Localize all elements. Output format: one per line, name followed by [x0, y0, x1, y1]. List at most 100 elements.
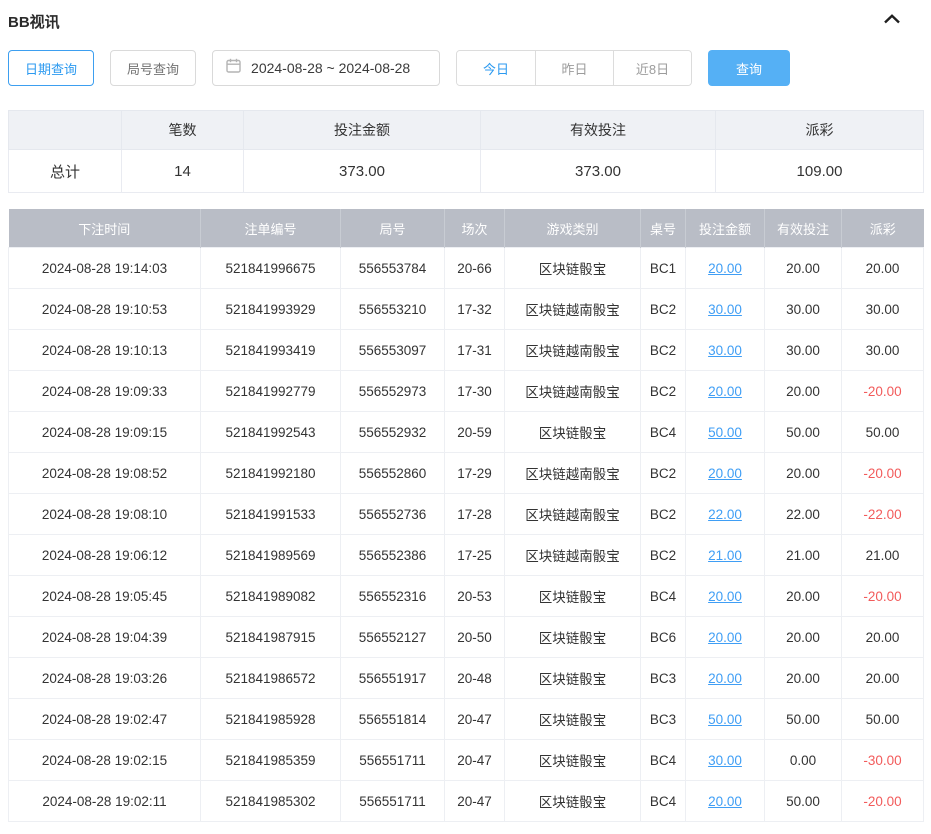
summary-header-valid-bet: 有效投注: [481, 111, 716, 150]
time-cell: 2024-08-28 19:14:03: [9, 248, 201, 289]
quick-range-group: 今日 昨日 近8日: [456, 50, 692, 86]
bet-amount-cell: 30.00: [686, 740, 765, 781]
quick-today-button[interactable]: 今日: [457, 51, 535, 85]
round-cell: 556552386: [341, 535, 445, 576]
round-query-tab[interactable]: 局号查询: [110, 50, 196, 86]
table-no-cell: BC2: [641, 330, 686, 371]
bet-amount-cell: 20.00: [686, 248, 765, 289]
game-cell: 区块链越南骰宝: [505, 494, 641, 535]
round-cell: 556551917: [341, 658, 445, 699]
game-cell: 区块链骰宝: [505, 617, 641, 658]
bet-records-table: 下注时间 注单编号 局号 场次 游戏类别 桌号 投注金额 有效投注 派彩 202…: [8, 209, 924, 822]
bet-amount-link[interactable]: 20.00: [708, 671, 742, 686]
quick-yesterday-button[interactable]: 昨日: [535, 51, 613, 85]
bet-amount-link[interactable]: 30.00: [708, 343, 742, 358]
table-row: 2024-08-28 19:05:45521841989082556552316…: [9, 576, 924, 617]
game-cell: 区块链骰宝: [505, 412, 641, 453]
summary-total-label: 总计: [9, 150, 122, 193]
time-cell: 2024-08-28 19:03:26: [9, 658, 201, 699]
payout-cell: 21.00: [842, 535, 924, 576]
bet-amount-link[interactable]: 20.00: [708, 384, 742, 399]
bet-amount-cell: 20.00: [686, 576, 765, 617]
time-cell: 2024-08-28 19:10:13: [9, 330, 201, 371]
quick-last8days-button[interactable]: 近8日: [613, 51, 691, 85]
summary-header-count: 笔数: [122, 111, 244, 150]
bet-amount-cell: 50.00: [686, 699, 765, 740]
time-cell: 2024-08-28 19:05:45: [9, 576, 201, 617]
bet-amount-link[interactable]: 30.00: [708, 302, 742, 317]
summary-header-empty: [9, 111, 122, 150]
payout-cell: 20.00: [842, 658, 924, 699]
table-row: 2024-08-28 19:02:15521841985359556551711…: [9, 740, 924, 781]
order-cell: 521841992779: [201, 371, 341, 412]
round-cell: 556552932: [341, 412, 445, 453]
valid-cell: 20.00: [765, 453, 842, 494]
bet-amount-link[interactable]: 20.00: [708, 589, 742, 604]
payout-cell: -20.00: [842, 576, 924, 617]
game-cell: 区块链越南骰宝: [505, 453, 641, 494]
payout-cell: 20.00: [842, 617, 924, 658]
panel-header: BB视讯: [8, 8, 923, 34]
payout-cell: -20.00: [842, 371, 924, 412]
payout-cell: -22.00: [842, 494, 924, 535]
order-cell: 521841985928: [201, 699, 341, 740]
bet-amount-link[interactable]: 20.00: [708, 630, 742, 645]
table-row: 2024-08-28 19:10:53521841993929556553210…: [9, 289, 924, 330]
time-cell: 2024-08-28 19:04:39: [9, 617, 201, 658]
order-cell: 521841992543: [201, 412, 341, 453]
table-row: 2024-08-28 19:08:52521841992180556552860…: [9, 453, 924, 494]
time-cell: 2024-08-28 19:02:47: [9, 699, 201, 740]
table-row: 2024-08-28 19:02:47521841985928556551814…: [9, 699, 924, 740]
bet-amount-cell: 21.00: [686, 535, 765, 576]
round-cell: 556553097: [341, 330, 445, 371]
round-cell: 556553210: [341, 289, 445, 330]
summary-count-value: 14: [122, 150, 244, 193]
order-cell: 521841989569: [201, 535, 341, 576]
summary-header-row: 笔数 投注金额 有效投注 派彩: [9, 111, 924, 150]
time-cell: 2024-08-28 19:10:53: [9, 289, 201, 330]
date-range-input[interactable]: 2024-08-28 ~ 2024-08-28: [212, 50, 440, 86]
search-button[interactable]: 查询: [708, 50, 790, 86]
table-row: 2024-08-28 19:03:26521841986572556551917…: [9, 658, 924, 699]
game-cell: 区块链骰宝: [505, 576, 641, 617]
summary-bet-amount-value: 373.00: [244, 150, 481, 193]
bet-amount-link[interactable]: 50.00: [708, 712, 742, 727]
order-cell: 521841987915: [201, 617, 341, 658]
session-cell: 17-30: [445, 371, 505, 412]
summary-table: 笔数 投注金额 有效投注 派彩 总计 14 373.00 373.00 109.…: [8, 110, 924, 193]
collapse-button[interactable]: [881, 10, 923, 32]
header-session: 场次: [445, 209, 505, 248]
bet-amount-link[interactable]: 20.00: [708, 794, 742, 809]
header-payout: 派彩: [842, 209, 924, 248]
time-cell: 2024-08-28 19:08:10: [9, 494, 201, 535]
payout-cell: 20.00: [842, 248, 924, 289]
valid-cell: 50.00: [765, 699, 842, 740]
valid-cell: 20.00: [765, 248, 842, 289]
header-bet-time: 下注时间: [9, 209, 201, 248]
bet-table-header-row: 下注时间 注单编号 局号 场次 游戏类别 桌号 投注金额 有效投注 派彩: [9, 209, 924, 248]
bet-amount-link[interactable]: 30.00: [708, 753, 742, 768]
bet-amount-cell: 50.00: [686, 412, 765, 453]
header-valid-bet: 有效投注: [765, 209, 842, 248]
date-range-value: 2024-08-28 ~ 2024-08-28: [251, 60, 410, 76]
order-cell: 521841989082: [201, 576, 341, 617]
bet-amount-link[interactable]: 50.00: [708, 425, 742, 440]
date-query-tab[interactable]: 日期查询: [8, 50, 94, 86]
table-row: 2024-08-28 19:09:15521841992543556552932…: [9, 412, 924, 453]
table-no-cell: BC2: [641, 289, 686, 330]
bet-amount-link[interactable]: 20.00: [708, 466, 742, 481]
time-cell: 2024-08-28 19:02:15: [9, 740, 201, 781]
game-cell: 区块链骰宝: [505, 699, 641, 740]
round-cell: 556552973: [341, 371, 445, 412]
summary-valid-bet-value: 373.00: [481, 150, 716, 193]
bet-amount-link[interactable]: 20.00: [708, 261, 742, 276]
time-cell: 2024-08-28 19:09:33: [9, 371, 201, 412]
header-game-type: 游戏类别: [505, 209, 641, 248]
bet-amount-cell: 30.00: [686, 289, 765, 330]
bet-amount-link[interactable]: 21.00: [708, 548, 742, 563]
summary-header-bet-amount: 投注金额: [244, 111, 481, 150]
bet-amount-link[interactable]: 22.00: [708, 507, 742, 522]
payout-cell: 50.00: [842, 699, 924, 740]
panel-title: BB视讯: [8, 11, 60, 32]
session-cell: 20-50: [445, 617, 505, 658]
